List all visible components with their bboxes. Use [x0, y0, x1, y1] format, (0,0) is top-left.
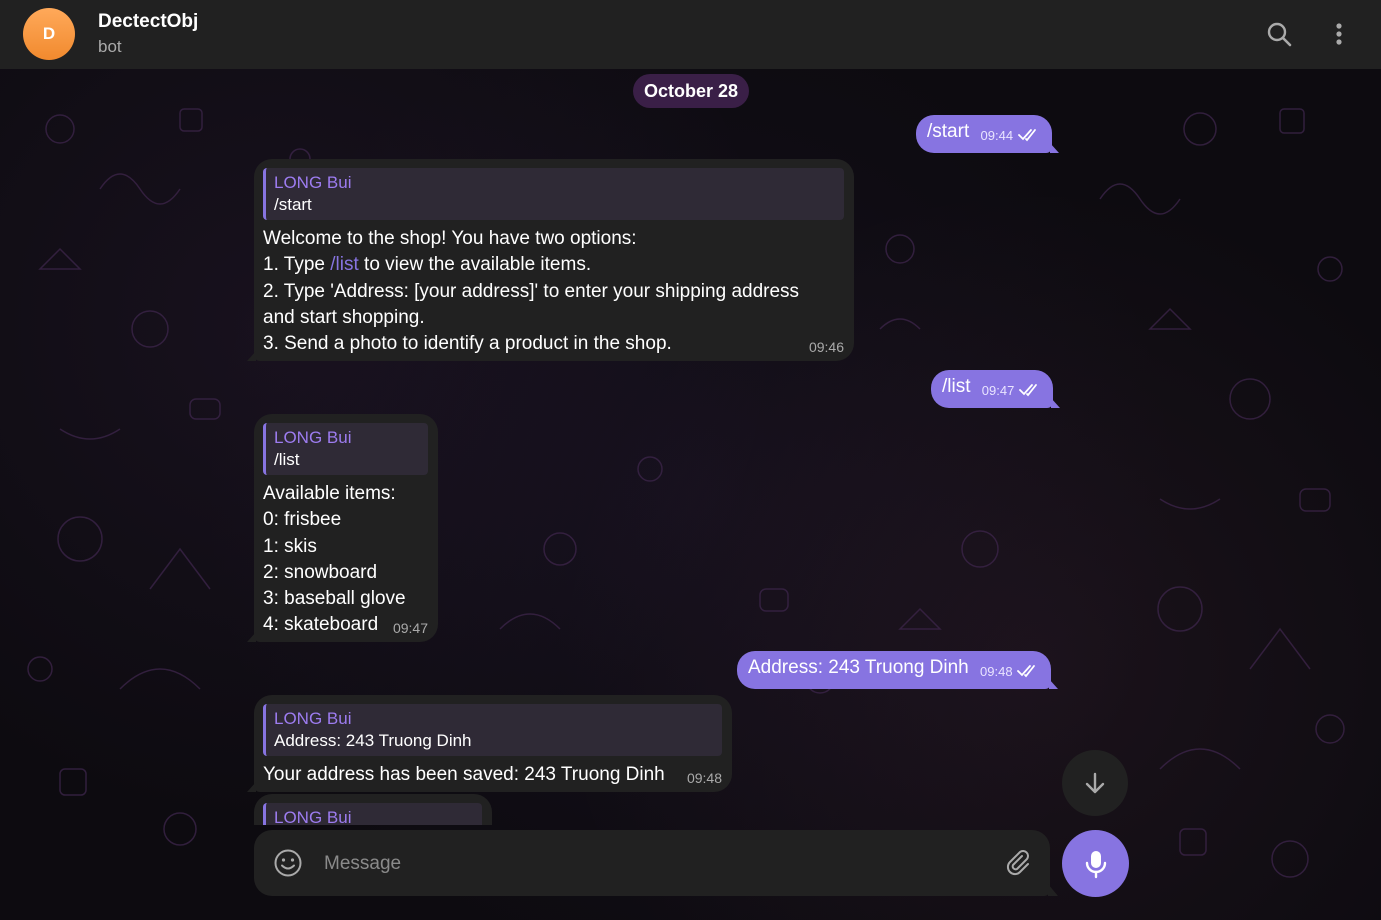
reply-quote[interactable]: LONG Bui /start	[263, 168, 844, 220]
reply-author: LONG Bui	[274, 808, 352, 825]
partial-message-clip: LONG Bui	[254, 794, 492, 825]
message-time: 09:48	[686, 770, 722, 786]
message-meta: 09:48	[980, 664, 1039, 679]
reply-text: Address: 243 Truong Dinh	[274, 731, 472, 750]
incoming-message[interactable]: LONG Bui /list Available items: 0: frisb…	[247, 414, 438, 642]
microphone-icon	[1085, 850, 1106, 878]
more-vertical-icon[interactable]	[1325, 20, 1353, 48]
message-time: 09:47	[392, 620, 428, 636]
reply-quote[interactable]: LONG Bui Address: 243 Truong Dinh	[263, 704, 722, 756]
message-time: 09:46	[808, 339, 844, 355]
scroll-down-button[interactable]	[1062, 750, 1128, 816]
voice-record-button[interactable]	[1062, 830, 1129, 897]
outgoing-message[interactable]: Address: 243 Truong Dinh 09:48	[737, 651, 1059, 689]
chat-subtitle: bot	[98, 37, 122, 56]
reply-author: LONG Bui	[274, 173, 352, 192]
chat-title[interactable]: DectectObj	[98, 11, 198, 33]
reply-text: /start	[274, 195, 312, 214]
message-text: Available items: 0: frisbee 1: skis 2: s…	[263, 483, 406, 636]
avatar[interactable]: D	[23, 8, 75, 60]
emoji-icon[interactable]	[273, 848, 303, 878]
message-meta: 09:47	[982, 383, 1041, 398]
reply-author: LONG Bui	[274, 709, 352, 728]
search-icon[interactable]	[1265, 20, 1293, 48]
message-text: /list	[942, 376, 971, 397]
attach-icon[interactable]	[1002, 848, 1032, 878]
outgoing-message[interactable]: /list 09:47	[931, 370, 1060, 408]
message-input[interactable]	[322, 848, 986, 880]
message-time: 09:48	[980, 664, 1013, 679]
incoming-message[interactable]: LONG Bui Address: 243 Truong Dinh Your a…	[247, 695, 732, 792]
date-chip: October 28	[633, 74, 749, 108]
message-composer	[254, 830, 1058, 896]
double-check-icon	[1017, 665, 1036, 678]
command-link[interactable]: /list	[330, 254, 359, 275]
message-text: Welcome to the shop! You have two option…	[263, 228, 800, 355]
reply-quote[interactable]: LONG Bui	[263, 803, 482, 825]
incoming-message[interactable]: LONG Bui	[254, 794, 492, 825]
reply-quote[interactable]: LONG Bui /list	[263, 423, 428, 475]
arrow-down-icon	[1085, 772, 1105, 794]
outgoing-message[interactable]: /start 09:44	[916, 115, 1059, 153]
chat-header: D DectectObj bot	[0, 0, 1381, 69]
message-time: 09:47	[981, 383, 1015, 398]
message-time: 09:44	[980, 128, 1014, 143]
double-check-icon	[1017, 129, 1036, 142]
reply-author: LONG Bui	[274, 428, 352, 447]
incoming-message[interactable]: LONG Bui /start Welcome to the shop! You…	[247, 159, 854, 361]
message-text: /start	[927, 121, 970, 142]
reply-text: /list	[274, 450, 300, 469]
message-text: Your address has been saved: 243 Truong …	[263, 764, 665, 785]
message-meta: 09:44	[981, 128, 1040, 143]
message-text: Address: 243 Truong Dinh	[748, 657, 969, 678]
double-check-icon	[1019, 384, 1037, 397]
